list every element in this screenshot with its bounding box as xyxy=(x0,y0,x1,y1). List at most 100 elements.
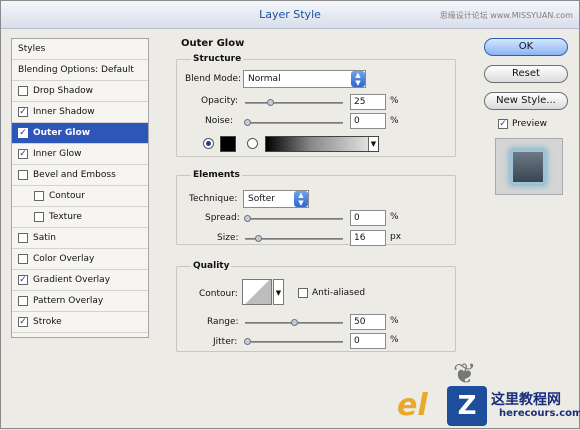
section-title-outer-glow: Outer Glow xyxy=(181,38,245,49)
title-bar[interactable]: Layer Style 思缘设计论坛 www.MISSYUAN.com xyxy=(1,1,579,29)
style-item-gradient-overlay[interactable]: ✓ Gradient Overlay xyxy=(12,270,148,291)
logo-z-icon: Z xyxy=(447,386,487,426)
structure-group: Structure Blend Mode: Normal ▲ ▼ Opacity:… xyxy=(176,54,456,157)
style-item-label: Inner Shadow xyxy=(33,107,95,117)
opacity-slider[interactable] xyxy=(245,99,343,106)
range-label: Range: xyxy=(207,317,239,327)
style-item-satin[interactable]: Satin xyxy=(12,228,148,249)
style-item-label: Contour xyxy=(49,191,85,201)
size-unit: px xyxy=(390,232,402,242)
contour-dropdown-icon[interactable]: ▼ xyxy=(273,279,284,305)
style-item-pattern-overlay[interactable]: Pattern Overlay xyxy=(12,291,148,312)
anti-aliased-label: Anti-aliased xyxy=(312,288,366,298)
range-unit: % xyxy=(390,316,399,326)
size-label: Size: xyxy=(217,233,239,243)
size-slider-thumb[interactable] xyxy=(255,235,262,242)
style-item-inner-shadow[interactable]: ✓ Inner Shadow xyxy=(12,102,148,123)
blending-options-item[interactable]: Blending Options: Default xyxy=(12,60,148,81)
technique-select[interactable]: Softer ▲ ▼ xyxy=(243,190,309,208)
style-checkbox[interactable] xyxy=(18,296,28,306)
style-item-label: Stroke xyxy=(33,317,62,327)
style-item-bevel-and-emboss[interactable]: Bevel and Emboss xyxy=(12,165,148,186)
quality-title: Quality xyxy=(191,261,232,271)
layer-style-dialog: Layer Style 思缘设计论坛 www.MISSYUAN.com Styl… xyxy=(0,0,580,429)
size-slider[interactable] xyxy=(245,235,343,242)
reset-button[interactable]: Reset xyxy=(484,65,568,83)
style-item-label: Satin xyxy=(33,233,56,243)
size-input[interactable]: 16 xyxy=(350,230,386,246)
solid-color-radio[interactable] xyxy=(203,138,214,149)
technique-label: Technique: xyxy=(189,194,238,204)
style-item-stroke[interactable]: ✓ Stroke xyxy=(12,312,148,333)
spread-label: Spread: xyxy=(205,213,240,223)
style-checkbox[interactable] xyxy=(34,191,44,201)
gradient-dropdown-icon[interactable]: ▼ xyxy=(368,137,378,151)
new-style-button[interactable]: New Style... xyxy=(484,92,568,110)
gradient-picker[interactable]: ▼ xyxy=(265,136,379,152)
noise-input[interactable]: 0 xyxy=(350,113,386,129)
noise-slider[interactable] xyxy=(244,119,343,126)
noise-label: Noise: xyxy=(205,116,233,126)
contour-preview[interactable] xyxy=(242,279,272,305)
jitter-slider[interactable] xyxy=(244,338,343,345)
style-item-label: Bevel and Emboss xyxy=(33,170,116,180)
site-logo: el Z 这里教程网 herecours.com xyxy=(397,386,580,430)
styles-header[interactable]: Styles xyxy=(12,39,148,60)
logo-text-en: herecours.com xyxy=(499,408,580,419)
range-slider[interactable] xyxy=(245,319,343,326)
range-slider-thumb[interactable] xyxy=(291,319,298,326)
logo-text-cn: 这里教程网 xyxy=(491,392,561,408)
preview-swatch xyxy=(513,152,543,182)
dropdown-arrow-icon: ▲ ▼ xyxy=(294,191,308,207)
jitter-input[interactable]: 0 xyxy=(350,333,386,349)
glow-color-swatch[interactable] xyxy=(220,136,236,152)
noise-slider-thumb[interactable] xyxy=(244,119,251,126)
style-checkbox[interactable] xyxy=(18,170,28,180)
style-item-label: Color Overlay xyxy=(33,254,95,264)
style-checkbox[interactable]: ✓ xyxy=(18,107,28,117)
opacity-slider-thumb[interactable] xyxy=(267,99,274,106)
style-item-color-overlay[interactable]: Color Overlay xyxy=(12,249,148,270)
opacity-input[interactable]: 25 xyxy=(350,94,386,110)
blend-mode-select[interactable]: Normal ▲ ▼ xyxy=(243,70,366,88)
style-checkbox[interactable] xyxy=(18,254,28,264)
style-checkbox[interactable]: ✓ xyxy=(18,149,28,159)
spread-input[interactable]: 0 xyxy=(350,210,386,226)
dropdown-arrow-icon: ▲ ▼ xyxy=(351,71,365,87)
opacity-unit: % xyxy=(390,96,399,106)
style-checkbox[interactable] xyxy=(34,212,44,222)
style-checkbox[interactable]: ✓ xyxy=(18,317,28,327)
jitter-label: Jitter: xyxy=(213,337,238,347)
jitter-slider-thumb[interactable] xyxy=(244,338,251,345)
ok-button[interactable]: OK xyxy=(484,38,568,56)
style-preview xyxy=(495,138,563,195)
gradient-radio[interactable] xyxy=(247,138,258,149)
style-checkbox[interactable]: ✓ xyxy=(18,275,28,285)
spread-slider[interactable] xyxy=(244,215,343,222)
jitter-unit: % xyxy=(390,335,399,345)
style-checkbox[interactable]: ✓ xyxy=(18,128,28,138)
style-item-label: Gradient Overlay xyxy=(33,275,111,285)
style-item-texture[interactable]: Texture xyxy=(12,207,148,228)
style-checkbox[interactable] xyxy=(18,86,28,96)
style-checkbox[interactable] xyxy=(18,233,28,243)
range-input[interactable]: 50 xyxy=(350,314,386,330)
elements-title: Elements xyxy=(191,170,242,180)
contour-label: Contour: xyxy=(199,289,238,299)
watermark-text: 思缘设计论坛 www.MISSYUAN.com xyxy=(439,11,573,20)
anti-aliased-checkbox[interactable] xyxy=(298,288,308,298)
blend-mode-label: Blend Mode: xyxy=(185,74,242,84)
style-item-contour[interactable]: Contour xyxy=(12,186,148,207)
structure-title: Structure xyxy=(191,54,244,64)
styles-list: Styles Blending Options: Default Drop Sh… xyxy=(11,38,149,338)
opacity-label: Opacity: xyxy=(201,96,238,106)
spread-slider-thumb[interactable] xyxy=(244,215,251,222)
spread-unit: % xyxy=(390,212,399,222)
style-item-label: Pattern Overlay xyxy=(33,296,104,306)
style-item-inner-glow[interactable]: ✓ Inner Glow xyxy=(12,144,148,165)
style-item-outer-glow[interactable]: ✓ Outer Glow xyxy=(12,123,148,144)
style-item-label: Drop Shadow xyxy=(33,86,94,96)
noise-unit: % xyxy=(390,116,399,126)
preview-checkbox[interactable]: ✓ xyxy=(498,119,508,129)
style-item-drop-shadow[interactable]: Drop Shadow xyxy=(12,81,148,102)
